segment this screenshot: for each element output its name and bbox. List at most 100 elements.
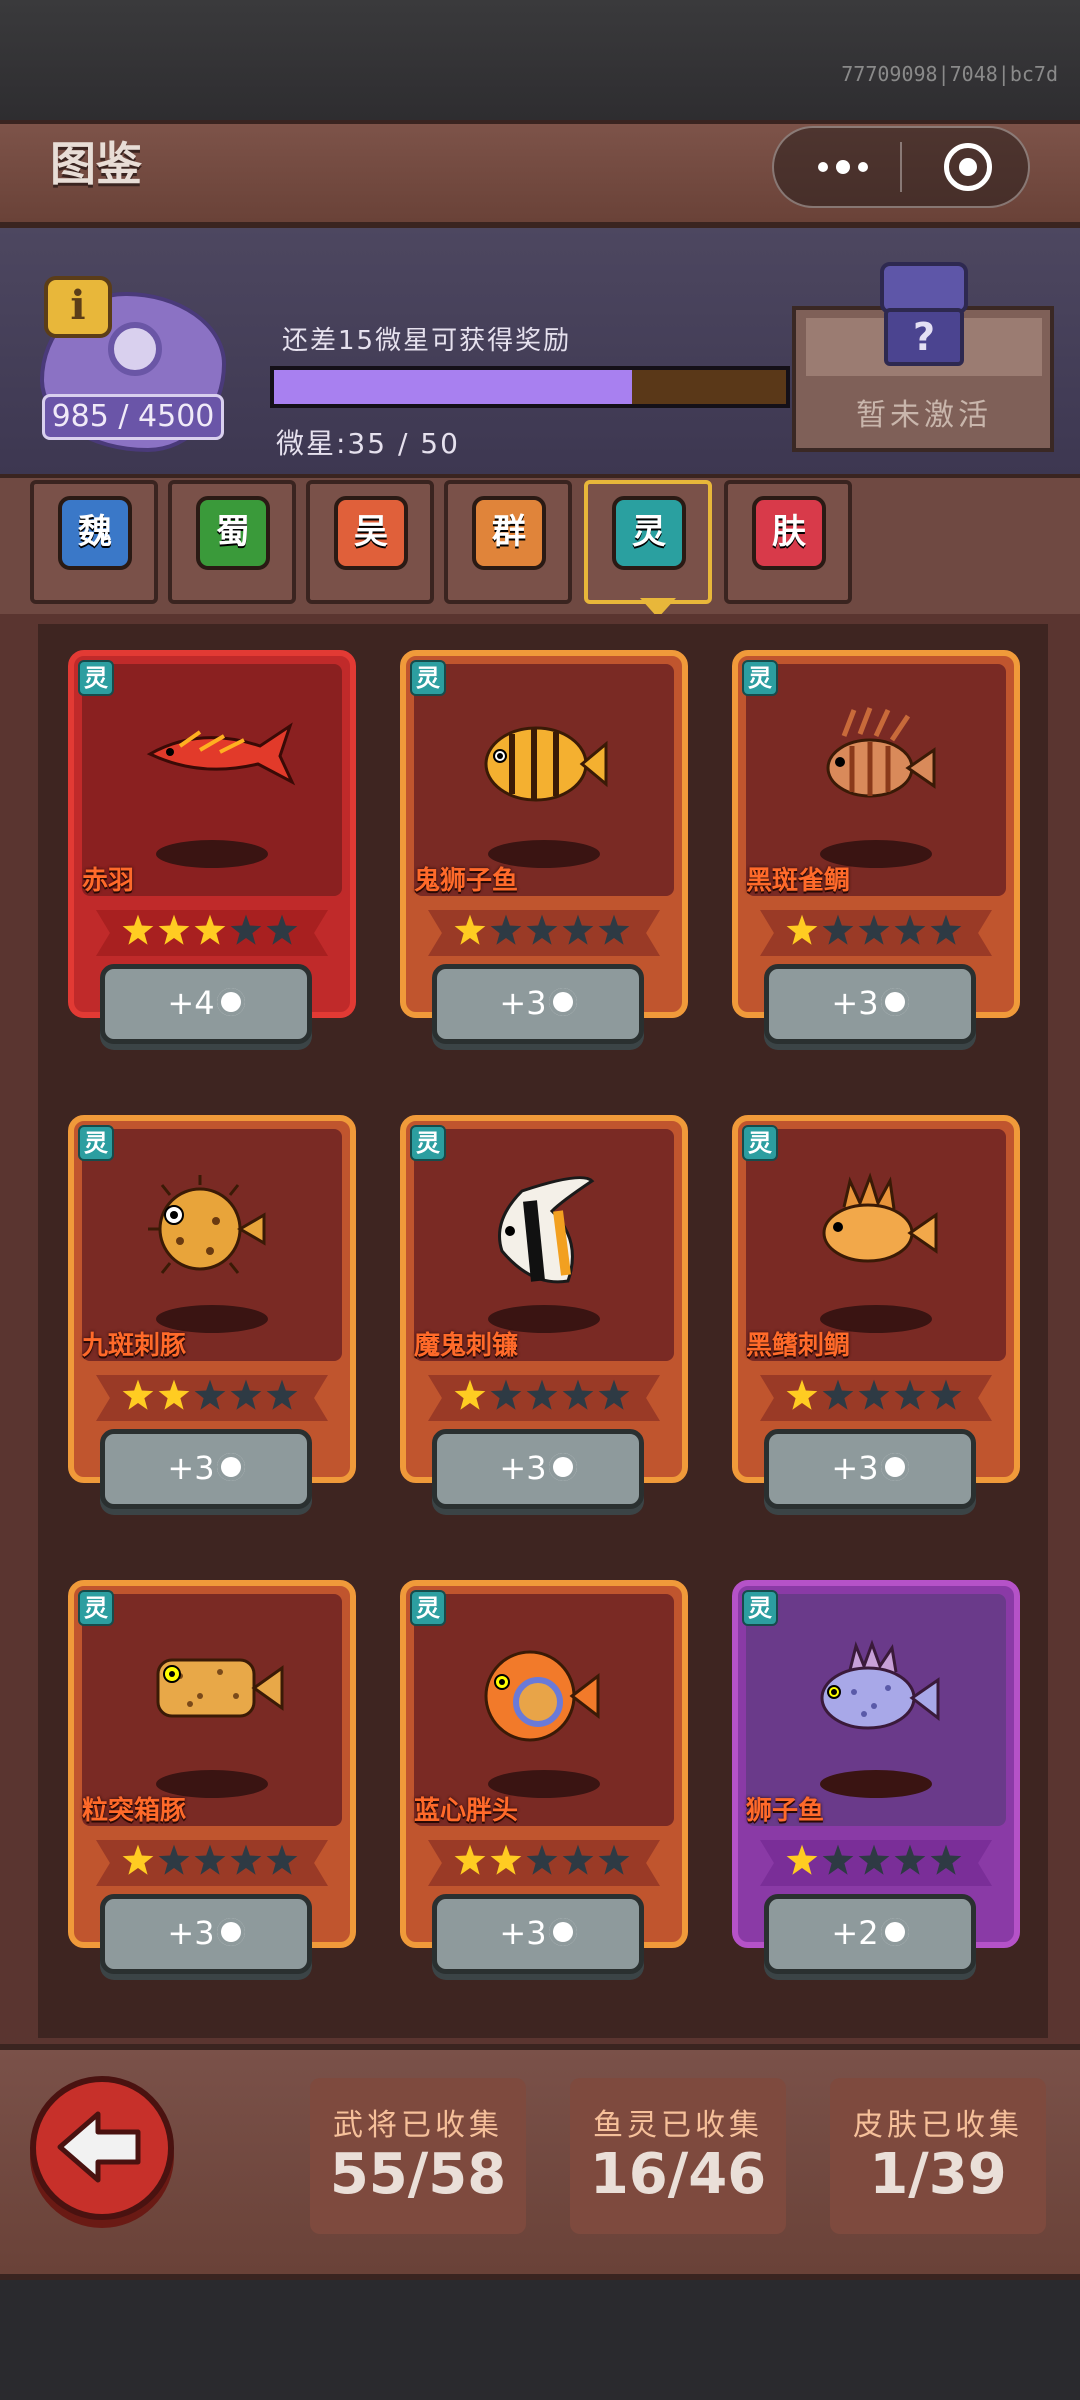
star-empty-icon [526, 914, 558, 945]
claim-amount: +4 [167, 984, 215, 1022]
fish-card[interactable]: 灵九斑刺豚 +3 [68, 1115, 356, 1509]
star-empty-icon [894, 914, 926, 945]
boxfish-icon [140, 1636, 290, 1740]
fish-name: 黑鳍刺鲷 [746, 1331, 851, 1361]
back-button[interactable] [30, 2076, 174, 2220]
pufferfish-icon [140, 1171, 270, 1285]
tab-label: 灵 [612, 496, 686, 570]
star-empty-icon [562, 1379, 594, 1410]
tab-3[interactable]: 吴 [306, 480, 434, 604]
star-empty-icon [598, 1844, 630, 1875]
star-empty-icon [266, 1844, 298, 1875]
star-filled-icon [454, 1844, 486, 1875]
claim-button[interactable]: +4 [100, 964, 312, 1044]
status-area [0, 0, 1080, 120]
star-rating [122, 1379, 302, 1417]
star-rating [786, 1844, 966, 1882]
star-filled-icon [122, 1844, 154, 1875]
star-empty-icon [194, 1844, 226, 1875]
back-arrow-icon [57, 2111, 141, 2183]
fish-name: 黑斑雀鲷 [746, 866, 851, 896]
claim-button[interactable]: +3 [764, 1429, 976, 1509]
question-mark-icon: ? [884, 308, 964, 366]
moorish-idol-icon [472, 1171, 602, 1305]
star-rating [122, 914, 302, 952]
gear-icon [880, 1453, 909, 1481]
claim-amount: +3 [499, 984, 547, 1022]
star-empty-icon [930, 1379, 962, 1410]
gear-icon [216, 988, 245, 1016]
type-badge: 灵 [742, 660, 778, 696]
mystery-chest-icon [880, 262, 968, 314]
claim-button[interactable]: +3 [432, 1894, 644, 1974]
claim-button[interactable]: +3 [764, 964, 976, 1044]
tab-1[interactable]: 魏 [30, 480, 158, 604]
collection-stat: 武将已收集 55/58 [310, 2078, 526, 2234]
claim-amount: +2 [831, 1914, 879, 1952]
tab-6[interactable]: 肤 [724, 480, 852, 604]
fish-name: 粒突箱豚 [82, 1796, 187, 1826]
claim-button[interactable]: +3 [100, 1429, 312, 1509]
tab-label: 群 [472, 496, 546, 570]
star-rating [786, 1379, 966, 1417]
fish-card[interactable]: 灵赤羽 +4 [68, 650, 356, 1044]
star-rating [454, 1844, 634, 1882]
info-icon[interactable]: i [44, 276, 112, 338]
star-empty-icon [230, 1379, 262, 1410]
type-badge: 灵 [742, 1590, 778, 1626]
fish-card[interactable]: 灵狮子鱼 +2 [732, 1580, 1020, 1974]
collection-score: 985 / 4500 [42, 394, 224, 440]
star-empty-icon [230, 1844, 262, 1875]
star-filled-icon [490, 1844, 522, 1875]
gear-icon [548, 988, 577, 1016]
fish-card[interactable]: 灵蓝心胖头 +3 [400, 1580, 688, 1974]
star-empty-icon [894, 1379, 926, 1410]
claim-button[interactable]: +2 [764, 1894, 976, 1974]
gear-icon [548, 1918, 577, 1946]
star-filled-icon [786, 1844, 818, 1875]
tab-2[interactable]: 蜀 [168, 480, 296, 604]
claim-amount: +3 [499, 1914, 547, 1952]
spiny-fish-icon [804, 1171, 944, 1285]
claim-button[interactable]: +3 [432, 964, 644, 1044]
fish-card[interactable]: 灵粒突箱豚 +3 [68, 1580, 356, 1974]
fish-card[interactable]: 灵黑鳍刺鲷 +3 [732, 1115, 1020, 1509]
stat-value: 16/46 [589, 2142, 767, 2207]
star-empty-icon [194, 1379, 226, 1410]
type-badge: 灵 [410, 1125, 446, 1161]
star-empty-icon [822, 914, 854, 945]
type-badge: 灵 [78, 1125, 114, 1161]
star-empty-icon [266, 914, 298, 945]
star-empty-icon [266, 1379, 298, 1410]
fish-card[interactable]: 灵魔鬼刺镰 +3 [400, 1115, 688, 1509]
star-filled-icon [786, 914, 818, 945]
star-filled-icon [454, 1379, 486, 1410]
star-progress-fill [274, 370, 632, 404]
stat-label: 鱼灵已收集 [593, 2108, 763, 2143]
star-count: 微星:35 / 50 [276, 427, 460, 460]
fish-name: 魔鬼刺镰 [414, 1331, 519, 1361]
round-fish-icon [472, 1636, 602, 1760]
gear-icon [548, 1453, 577, 1481]
tab-4[interactable]: 群 [444, 480, 572, 604]
claim-button[interactable]: +3 [100, 1894, 312, 1974]
reward-hint: 还差15微星可获得奖励 [282, 326, 572, 356]
star-filled-icon [454, 914, 486, 945]
tab-5[interactable]: 灵 [584, 480, 712, 604]
fish-name: 鬼狮子鱼 [414, 866, 519, 896]
claim-button[interactable]: +3 [432, 1429, 644, 1509]
more-icon[interactable] [808, 150, 878, 184]
tab-label: 肤 [752, 496, 826, 570]
close-target-icon[interactable] [944, 143, 992, 191]
capsule-divider [900, 142, 902, 192]
star-empty-icon [158, 1844, 190, 1875]
purple-fish-icon [804, 1636, 944, 1750]
type-badge: 灵 [78, 660, 114, 696]
fish-name: 九斑刺豚 [82, 1331, 187, 1361]
fish-card[interactable]: 灵鬼狮子鱼 +3 [400, 650, 688, 1044]
type-badge: 灵 [410, 1590, 446, 1626]
star-filled-icon [158, 1379, 190, 1410]
fish-shadow [820, 1770, 932, 1798]
star-filled-icon [158, 914, 190, 945]
fish-card[interactable]: 灵黑斑雀鲷 +3 [732, 650, 1020, 1044]
